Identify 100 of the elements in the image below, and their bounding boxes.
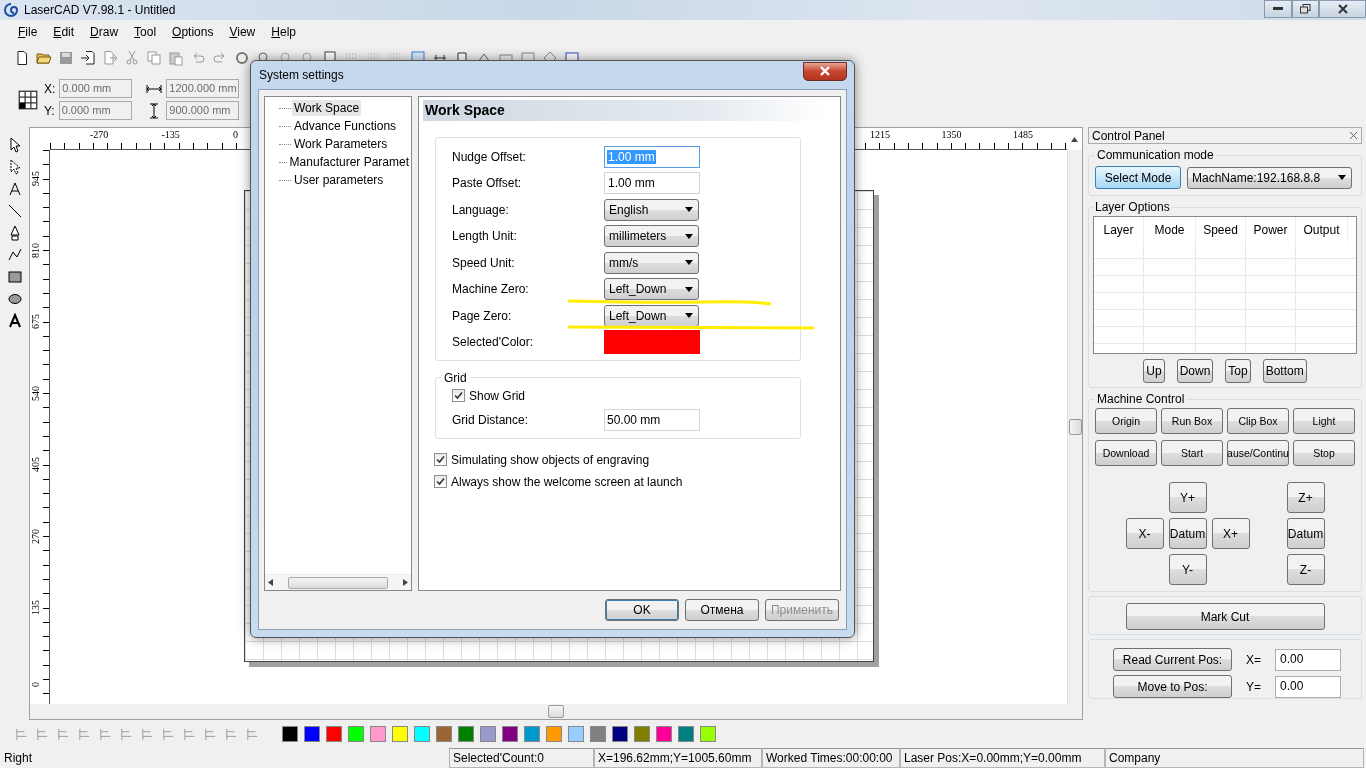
menu-item[interactable]: Tool [126, 25, 165, 39]
color-swatch[interactable] [604, 330, 700, 355]
dropdown[interactable]: Left_Down [604, 304, 699, 327]
color-swatch[interactable] [436, 726, 452, 742]
paste-icon[interactable] [168, 50, 184, 66]
menu-item[interactable]: Options [164, 25, 222, 39]
ellipse-icon[interactable] [6, 291, 23, 307]
checkbox[interactable] [452, 389, 465, 402]
machine-button[interactable]: Origin [1095, 408, 1157, 434]
column-header[interactable]: Mode [1144, 217, 1196, 242]
dropdown[interactable]: Left_Down [604, 278, 699, 301]
scroll-left-icon[interactable] [268, 579, 273, 586]
rectangle-icon[interactable] [6, 269, 23, 285]
column-header[interactable]: Speed [1196, 217, 1246, 242]
column-header[interactable]: Output [1296, 217, 1348, 242]
color-swatch[interactable] [392, 726, 408, 742]
restore-button[interactable] [1292, 0, 1319, 18]
layer-order-button[interactable]: Down [1176, 359, 1214, 383]
tree-item[interactable]: User parameters [292, 172, 386, 188]
import-icon[interactable] [80, 50, 96, 66]
color-swatch[interactable] [678, 726, 694, 742]
y-position-field[interactable]: 0.00 [1275, 675, 1341, 698]
copy-icon[interactable] [146, 50, 162, 66]
color-swatch[interactable] [370, 726, 386, 742]
color-swatch[interactable] [414, 726, 430, 742]
jog-button[interactable]: Y- [1168, 554, 1207, 585]
color-swatch[interactable] [568, 726, 584, 742]
horizontal-scrollbar[interactable] [30, 704, 1082, 719]
jog-button[interactable]: Z- [1286, 554, 1325, 585]
new-file-icon[interactable] [14, 50, 30, 66]
tree-item[interactable]: Work Parameters [292, 136, 390, 152]
machine-button[interactable]: Start [1161, 440, 1223, 466]
text-field[interactable]: 50.00 mm [604, 409, 700, 431]
mark-cut-button[interactable]: Mark Cut [1125, 603, 1325, 630]
close-icon[interactable] [1349, 131, 1358, 140]
layer-order-button[interactable]: Top [1225, 359, 1251, 383]
menu-item[interactable]: Help [263, 25, 304, 39]
color-swatch[interactable] [700, 726, 716, 742]
dialog-button[interactable]: OK [605, 599, 679, 621]
jog-button[interactable]: X- [1125, 518, 1164, 549]
dialog-button[interactable]: Отмена [685, 599, 759, 621]
machine-button[interactable]: Light [1293, 408, 1355, 434]
color-swatch[interactable] [458, 726, 474, 742]
menu-item[interactable]: View [221, 25, 264, 39]
jog-button[interactable]: Datum [1286, 518, 1325, 549]
color-swatch[interactable] [656, 726, 672, 742]
line-icon[interactable] [6, 203, 23, 219]
column-header[interactable]: Layer [1094, 217, 1144, 242]
dropdown[interactable]: English [604, 198, 699, 221]
color-swatch[interactable] [590, 726, 606, 742]
move-position-button[interactable]: Move to Pos: [1113, 675, 1232, 698]
color-swatch[interactable] [348, 726, 364, 742]
origin-grid-icon[interactable] [18, 89, 38, 110]
menu-item[interactable]: Draw [82, 25, 127, 39]
select-mode-button[interactable]: Select Mode [1095, 166, 1181, 189]
export-icon[interactable] [102, 50, 118, 66]
color-swatch[interactable] [546, 726, 562, 742]
scroll-thumb[interactable] [1068, 419, 1082, 435]
machine-button[interactable]: Run Box [1161, 408, 1223, 434]
jog-button[interactable]: Datum [1168, 518, 1207, 549]
machine-button[interactable]: Download [1095, 440, 1157, 466]
color-swatch[interactable] [304, 726, 320, 742]
menu-item[interactable]: Edit [45, 25, 83, 39]
color-swatch[interactable] [612, 726, 628, 742]
color-swatch[interactable] [634, 726, 650, 742]
scroll-thumb[interactable] [288, 576, 388, 589]
text-field[interactable]: 1.00 mm [604, 172, 700, 195]
dropdown[interactable]: mm/s [604, 251, 699, 274]
scroll-right-icon[interactable] [403, 579, 408, 586]
open-folder-icon[interactable] [36, 50, 52, 66]
machine-button[interactable]: Stop [1293, 440, 1355, 466]
color-swatch[interactable] [326, 726, 342, 742]
horizontal-scrollbar[interactable] [265, 574, 411, 590]
color-swatch[interactable] [282, 726, 298, 742]
jog-button[interactable]: X+ [1211, 518, 1250, 549]
color-swatch[interactable] [524, 726, 540, 742]
column-header[interactable]: Power [1246, 217, 1296, 242]
close-button[interactable] [803, 61, 847, 81]
color-swatch[interactable] [502, 726, 518, 742]
layer-order-button[interactable]: Up [1143, 359, 1165, 383]
jog-button[interactable]: Z+ [1286, 482, 1325, 513]
minimize-button[interactable] [1264, 0, 1292, 18]
dropdown[interactable]: millimeters [604, 225, 699, 248]
color-swatch[interactable] [480, 726, 496, 742]
cut-icon[interactable] [124, 50, 140, 66]
layer-order-button[interactable]: Bottom [1262, 359, 1307, 383]
save-icon[interactable] [58, 50, 74, 66]
scroll-up-icon[interactable] [1071, 136, 1078, 142]
read-position-button[interactable]: Read Current Pos: [1113, 648, 1232, 671]
tree-item[interactable]: Advance Functions [292, 118, 399, 134]
menu-item[interactable]: File [10, 25, 46, 39]
x-position-field[interactable]: 0.00 [1275, 648, 1341, 671]
text-tool-icon[interactable] [6, 313, 23, 329]
checkbox[interactable] [434, 453, 447, 466]
machine-dropdown[interactable]: MachName:192.168.8.8 [1187, 166, 1352, 189]
polyline-icon[interactable] [6, 247, 23, 263]
machine-button[interactable]: Clip Box [1227, 408, 1289, 434]
jog-button[interactable]: Y+ [1168, 482, 1207, 513]
scroll-thumb[interactable] [548, 705, 564, 718]
align-left-icon[interactable] [14, 726, 29, 742]
